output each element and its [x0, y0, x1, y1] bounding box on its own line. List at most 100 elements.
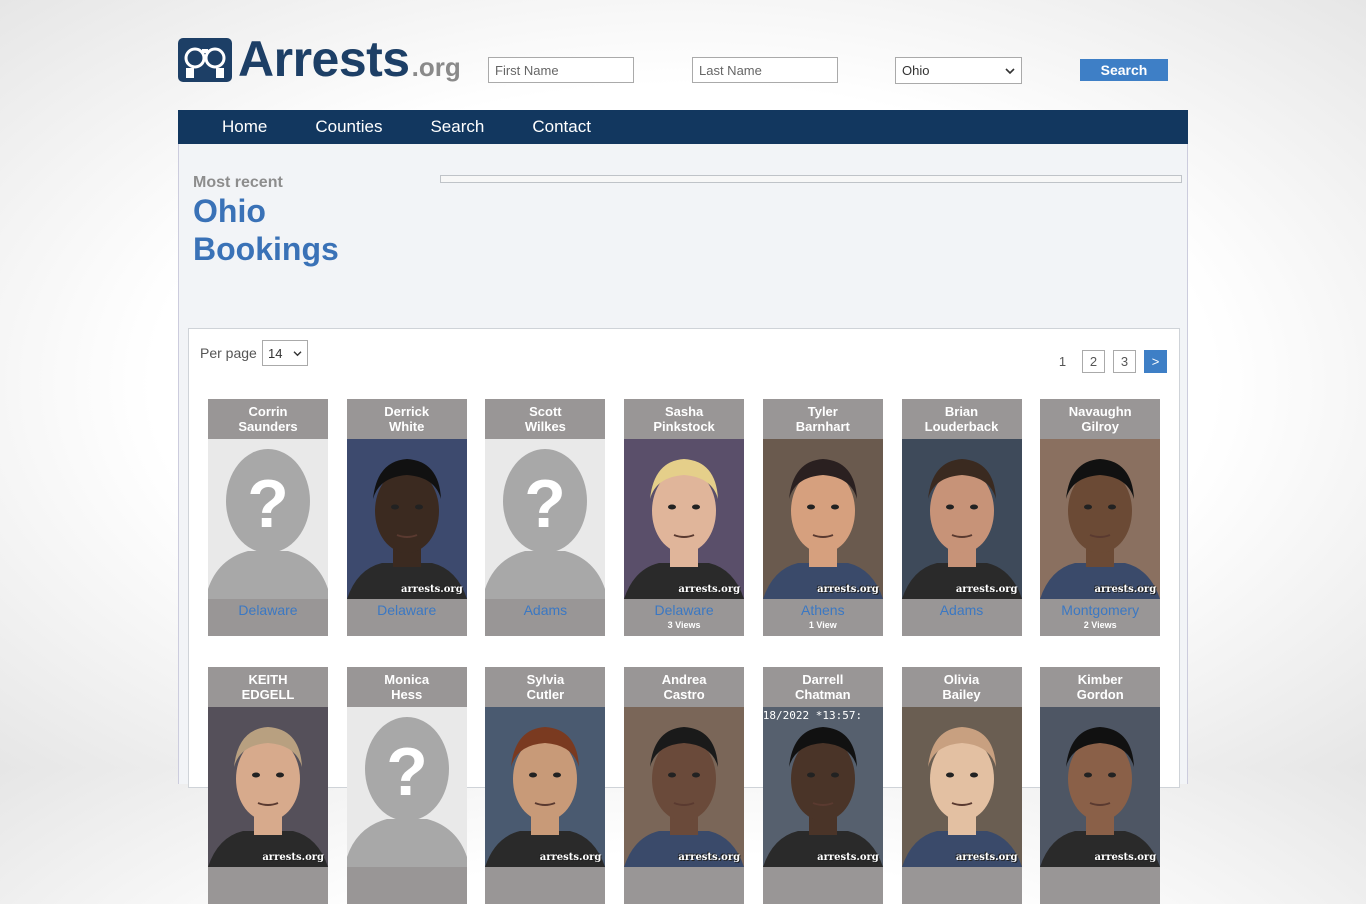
booking-first-name: KEITH: [248, 672, 288, 687]
booking-county-link[interactable]: Adams: [902, 602, 1022, 619]
watermark-text: arrests.org: [262, 852, 324, 863]
no-photo-silhouette-icon[interactable]: ?: [485, 439, 606, 599]
booking-card[interactable]: Tyler Barnhart arrests.org Athens 1 View: [762, 399, 883, 636]
mugshot-photo[interactable]: arrests.org: [1040, 439, 1161, 599]
booking-name[interactable]: Corrin Saunders: [208, 399, 328, 439]
booking-county-link[interactable]: [347, 870, 467, 887]
mugshot-photo[interactable]: arrests.org: [901, 707, 1022, 867]
booking-card[interactable]: Olivia Bailey arrests.org: [901, 667, 1022, 904]
logo-text: Arrests: [238, 31, 410, 87]
booking-county-link[interactable]: [208, 870, 328, 887]
content-area: Most recent Ohio Bookings Per page 14 1 …: [178, 144, 1188, 904]
watermark-text: arrests.org: [955, 584, 1018, 595]
mugshot-photo[interactable]: arrests.org: [208, 707, 328, 867]
handcuffs-icon: [178, 38, 232, 82]
watermark-text: arrests.org: [1094, 584, 1157, 595]
booking-first-name: Scott: [529, 404, 562, 419]
booking-name[interactable]: KEITH EDGELL: [208, 667, 328, 707]
booking-card[interactable]: Derrick White arrests.org Delaware: [346, 399, 467, 636]
page-3[interactable]: 3: [1113, 350, 1136, 373]
section-kicker: Most recent: [193, 174, 283, 191]
per-page-select[interactable]: 14: [262, 340, 308, 366]
booking-name[interactable]: Derrick White: [347, 399, 467, 439]
booking-county-link[interactable]: [763, 870, 883, 887]
page-2[interactable]: 2: [1082, 350, 1105, 373]
booking-view-count: 2 Views: [1083, 620, 1117, 630]
watermark-text: arrests.org: [678, 584, 741, 595]
first-name-input[interactable]: [488, 57, 634, 83]
no-photo-silhouette-icon[interactable]: ?: [346, 707, 467, 867]
last-name-input[interactable]: [692, 57, 838, 83]
mugshot-photo[interactable]: arrests.org: [346, 439, 467, 599]
booking-county-link[interactable]: [624, 870, 744, 887]
booking-name[interactable]: Kimber Gordon: [1040, 667, 1160, 707]
svg-text:?: ?: [386, 734, 428, 810]
booking-name[interactable]: Darrell Chatman: [763, 667, 883, 707]
booking-card[interactable]: Sasha Pinkstock arrests.org Delaware 3 Views: [624, 399, 745, 636]
site-logo[interactable]: Arrests .org: [178, 31, 461, 87]
next-page-button[interactable]: >: [1144, 350, 1167, 373]
booking-name[interactable]: Andrea Castro: [624, 667, 744, 707]
booking-card[interactable]: Scott Wilkes? Adams: [485, 399, 606, 636]
booking-card[interactable]: Monica Hess?: [346, 667, 467, 904]
mugshot-photo[interactable]: arrests.org: [901, 439, 1022, 599]
photo-timestamp: 18/2022 *13:57:: [762, 709, 863, 722]
booking-county-link[interactable]: [1040, 870, 1160, 887]
booking-county-link[interactable]: Delaware: [347, 602, 467, 619]
booking-county-link[interactable]: [902, 870, 1022, 887]
booking-first-name: Monica: [384, 672, 430, 687]
booking-card[interactable]: Sylvia Cutler arrests.org: [485, 667, 606, 904]
booking-card[interactable]: Darrell Chatman 18/2022 *13:57: arrests.org: [762, 667, 883, 904]
nav-counties[interactable]: Counties: [315, 117, 382, 137]
booking-card[interactable]: KEITH EDGELL arrests.org: [208, 667, 328, 904]
mugshot-photo[interactable]: arrests.org: [762, 439, 883, 599]
booking-county-link[interactable]: Delaware: [208, 602, 328, 619]
booking-first-name: Brian: [944, 404, 979, 419]
booking-name[interactable]: Monica Hess: [347, 667, 467, 707]
booking-name[interactable]: Tyler Barnhart: [763, 399, 883, 439]
booking-name[interactable]: Navaughn Gilroy: [1040, 399, 1160, 439]
mugshot-photo[interactable]: 18/2022 *13:57: arrests.org: [762, 707, 883, 867]
search-button[interactable]: Search: [1080, 59, 1168, 81]
booking-card[interactable]: Navaughn Gilroy arrests.org Montgomery 2 Vie…: [1040, 399, 1161, 636]
booking-county-link[interactable]: Adams: [485, 602, 605, 619]
booking-county-link[interactable]: Delaware: [624, 602, 744, 619]
mugshot-photo[interactable]: arrests.org: [1040, 707, 1161, 867]
booking-card[interactable]: Andrea Castro arrests.org: [624, 667, 745, 904]
booking-name[interactable]: Brian Louderback: [902, 399, 1022, 439]
mugshot-photo[interactable]: arrests.org: [624, 439, 745, 599]
booking-card[interactable]: Kimber Gordon arrests.org: [1040, 667, 1161, 904]
booking-first-name: Tyler: [807, 404, 838, 419]
booking-name[interactable]: Sasha Pinkstock: [624, 399, 744, 439]
state-select[interactable]: Ohio: [895, 57, 1022, 84]
booking-first-name: Darrell: [802, 672, 844, 687]
nav-search[interactable]: Search: [430, 117, 484, 137]
booking-last-name: White: [388, 419, 425, 434]
booking-first-name: Olivia: [943, 672, 980, 687]
booking-name[interactable]: Sylvia Cutler: [485, 667, 605, 707]
state-select-value: Ohio: [902, 63, 930, 78]
booking-county-link[interactable]: Montgomery: [1040, 602, 1160, 619]
booking-name[interactable]: Olivia Bailey: [902, 667, 1022, 707]
booking-first-name: Corrin: [248, 404, 288, 419]
bookings-panel: Per page 14 1 2 3 > Corrin Saunders? Delaw…: [188, 328, 1180, 904]
booking-view-count: 1 View: [808, 620, 837, 630]
booking-first-name: Navaughn: [1068, 404, 1132, 419]
page-1: 1: [1058, 354, 1067, 369]
booking-last-name: Chatman: [794, 687, 851, 702]
page-title-line1: Ohio: [193, 193, 266, 229]
no-photo-silhouette-icon[interactable]: ?: [208, 439, 328, 599]
booking-first-name: Sasha: [664, 404, 704, 419]
booking-name[interactable]: Scott Wilkes: [485, 399, 605, 439]
booking-card[interactable]: Brian Louderback arrests.org Adams: [901, 399, 1022, 636]
booking-county-link[interactable]: [485, 870, 605, 887]
booking-county-link[interactable]: Athens: [763, 602, 883, 619]
mugshot-photo[interactable]: arrests.org: [485, 707, 606, 867]
per-page-value: 14: [268, 345, 283, 361]
watermark-text: arrests.org: [1094, 852, 1157, 863]
nav-home[interactable]: Home: [222, 117, 267, 137]
booking-first-name: Andrea: [661, 672, 707, 687]
nav-contact[interactable]: Contact: [532, 117, 591, 137]
booking-card[interactable]: Corrin Saunders? Delaware: [208, 399, 328, 636]
mugshot-photo[interactable]: arrests.org: [624, 707, 745, 867]
